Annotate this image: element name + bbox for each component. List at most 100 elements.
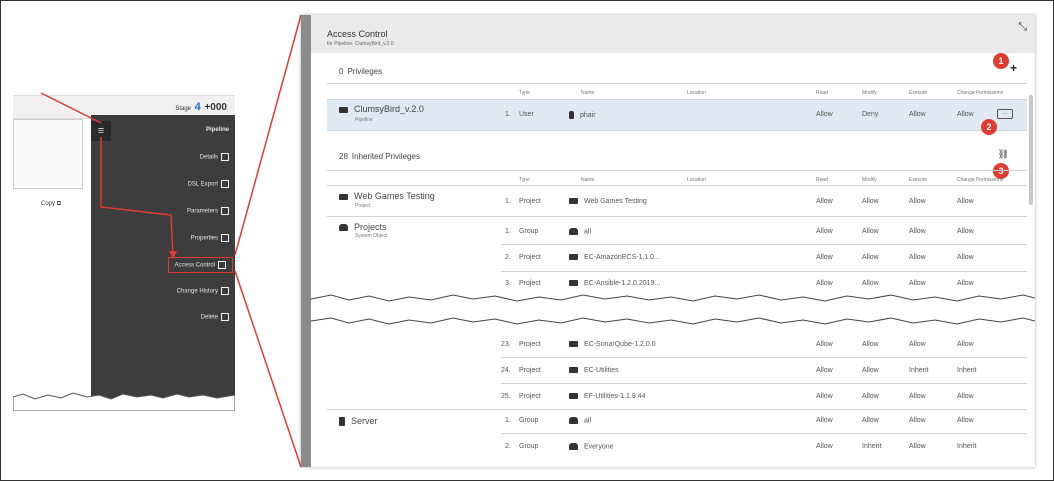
cell-name: EF-Utilities-1.1.9.44 (569, 393, 645, 400)
cell-read: Allow (816, 393, 833, 400)
inherited-count: 28 (339, 152, 348, 161)
row-num: 2. (505, 254, 511, 261)
cell-type: Project (519, 393, 541, 400)
system-object-icon (339, 224, 348, 232)
cell-type: Group (519, 417, 539, 424)
cell-modify: Allow (862, 341, 879, 348)
cell-modify: Allow (862, 254, 879, 261)
project-icon (339, 193, 348, 200)
cell-name: EC-Utilities (569, 367, 619, 374)
callout-1: 1 (993, 53, 1009, 69)
zoom-line-top (234, 14, 302, 256)
close-icon[interactable]: × (301, 15, 311, 27)
col-modify: Modify (862, 90, 877, 96)
pipeline-task-card[interactable] (13, 119, 83, 189)
col-read: Read (816, 90, 828, 96)
callout-2: 2 (981, 119, 997, 135)
menu-item-parameters[interactable]: Parameters (187, 207, 229, 215)
menu-label: DSL Export (187, 181, 218, 188)
row-num: 1. (505, 228, 511, 235)
cell-execute: Allow (909, 417, 926, 424)
menu-item-change-history[interactable]: Change History (177, 287, 229, 295)
object-type: System Object (355, 233, 388, 239)
project-icon (569, 367, 578, 374)
cell-type: User (519, 111, 534, 118)
project-icon (569, 254, 578, 261)
group-icon (569, 417, 578, 424)
col-name: Name (581, 177, 595, 183)
trash-icon (221, 313, 229, 321)
unlink-icon[interactable]: ⛓ (998, 149, 1009, 160)
add-privilege-button[interactable]: + (1010, 61, 1017, 75)
menu-item-delete[interactable]: Delete (201, 313, 229, 321)
details-icon (221, 153, 229, 161)
copy-button[interactable]: Copy ⧉ (41, 201, 61, 208)
name-text: EC-SonarQube-1.2.0.0 (584, 341, 656, 348)
cell-modify: Allow (862, 417, 879, 424)
cell-type: Group (519, 443, 539, 450)
row-num: 24. (501, 367, 511, 374)
divider (501, 433, 1027, 434)
cell-modify: Allow (862, 198, 879, 205)
group-icon (569, 443, 578, 450)
inherited-object: Web Games Testing (339, 191, 435, 201)
cell-name: EC-AmazonECS-1.1.0... (569, 254, 660, 261)
privilege-object: ClumsyBird_v.2.0 (339, 104, 424, 114)
object-name: Server (351, 416, 378, 426)
stage-add-button[interactable]: +000 (204, 102, 227, 113)
privileges-count: 0 (339, 67, 344, 76)
name-text: EC-AmazonECS-1.1.0... (584, 254, 660, 261)
row-num: 3. (505, 280, 511, 287)
menu-item-details[interactable]: Details (200, 153, 229, 161)
menu-item-properties[interactable]: Properties (191, 234, 229, 242)
name-text: all (584, 228, 592, 236)
cell-type: Project (519, 280, 541, 287)
col-execute: Execute (909, 177, 928, 183)
cell-name: Everyone (569, 443, 614, 450)
object-name: Projects (354, 222, 387, 232)
cell-execute: Allow (909, 443, 926, 450)
row-num: 1. (505, 111, 511, 118)
divider (501, 271, 1027, 272)
cell-name: all (569, 228, 591, 235)
project-icon (569, 198, 578, 205)
divider (327, 409, 1027, 410)
cell-modify: Allow (862, 228, 879, 235)
stage-text: Stage (175, 106, 191, 112)
menu-item-dsl-export[interactable]: DSL Export (188, 180, 229, 188)
user-icon (218, 261, 226, 269)
hamburger-menu-icon[interactable]: ≡ (91, 121, 111, 141)
inherited-label: Inherited Privileges (351, 152, 420, 161)
divider (327, 83, 1027, 84)
col-location: Location (687, 177, 706, 183)
menu-item-pipeline[interactable]: Pipeline (206, 127, 229, 133)
row-num: 2. (505, 443, 511, 450)
scrollbar[interactable] (1029, 95, 1033, 205)
cell-change: Allow (957, 111, 974, 118)
stage-label: Stage 4 +000 (175, 101, 227, 113)
menu-label: Change History (176, 288, 218, 295)
menu-label: Details (199, 154, 218, 161)
cell-execute: Allow (909, 228, 926, 235)
name-text: EC-Utilities (584, 367, 619, 374)
row-num: 1. (505, 417, 511, 424)
menu-item-access-control[interactable]: Access Control (167, 257, 233, 273)
figure-frame: Stage 4 +000 Copy ⧉ ≡ Pipeline Details D… (0, 0, 1054, 481)
inherited-section-title: 28 Inherited Privileges (339, 152, 420, 161)
copy-label: Copy (41, 201, 56, 207)
more-options-icon[interactable]: ··· (997, 109, 1013, 119)
torn-edge-left (13, 392, 235, 411)
privileges-section-title: 0 Privileges (339, 67, 382, 76)
expand-icon[interactable]: ⤡ (1018, 21, 1027, 34)
cell-type: Project (519, 367, 541, 374)
name-text: EC-Ansible-1.2.0.2019... (584, 280, 661, 287)
pipeline-icon (339, 106, 348, 113)
menu-label: Parameters (186, 208, 218, 215)
cell-change: Allow (957, 417, 974, 424)
row-num: 25. (501, 393, 511, 400)
cell-modify: Allow (862, 393, 879, 400)
cell-execute: Allow (909, 341, 926, 348)
dialog-header: Access Control for Pipeline: ClumsyBird_… (311, 15, 1035, 53)
cell-read: Allow (816, 280, 833, 287)
cell-execute: Allow (909, 111, 926, 118)
